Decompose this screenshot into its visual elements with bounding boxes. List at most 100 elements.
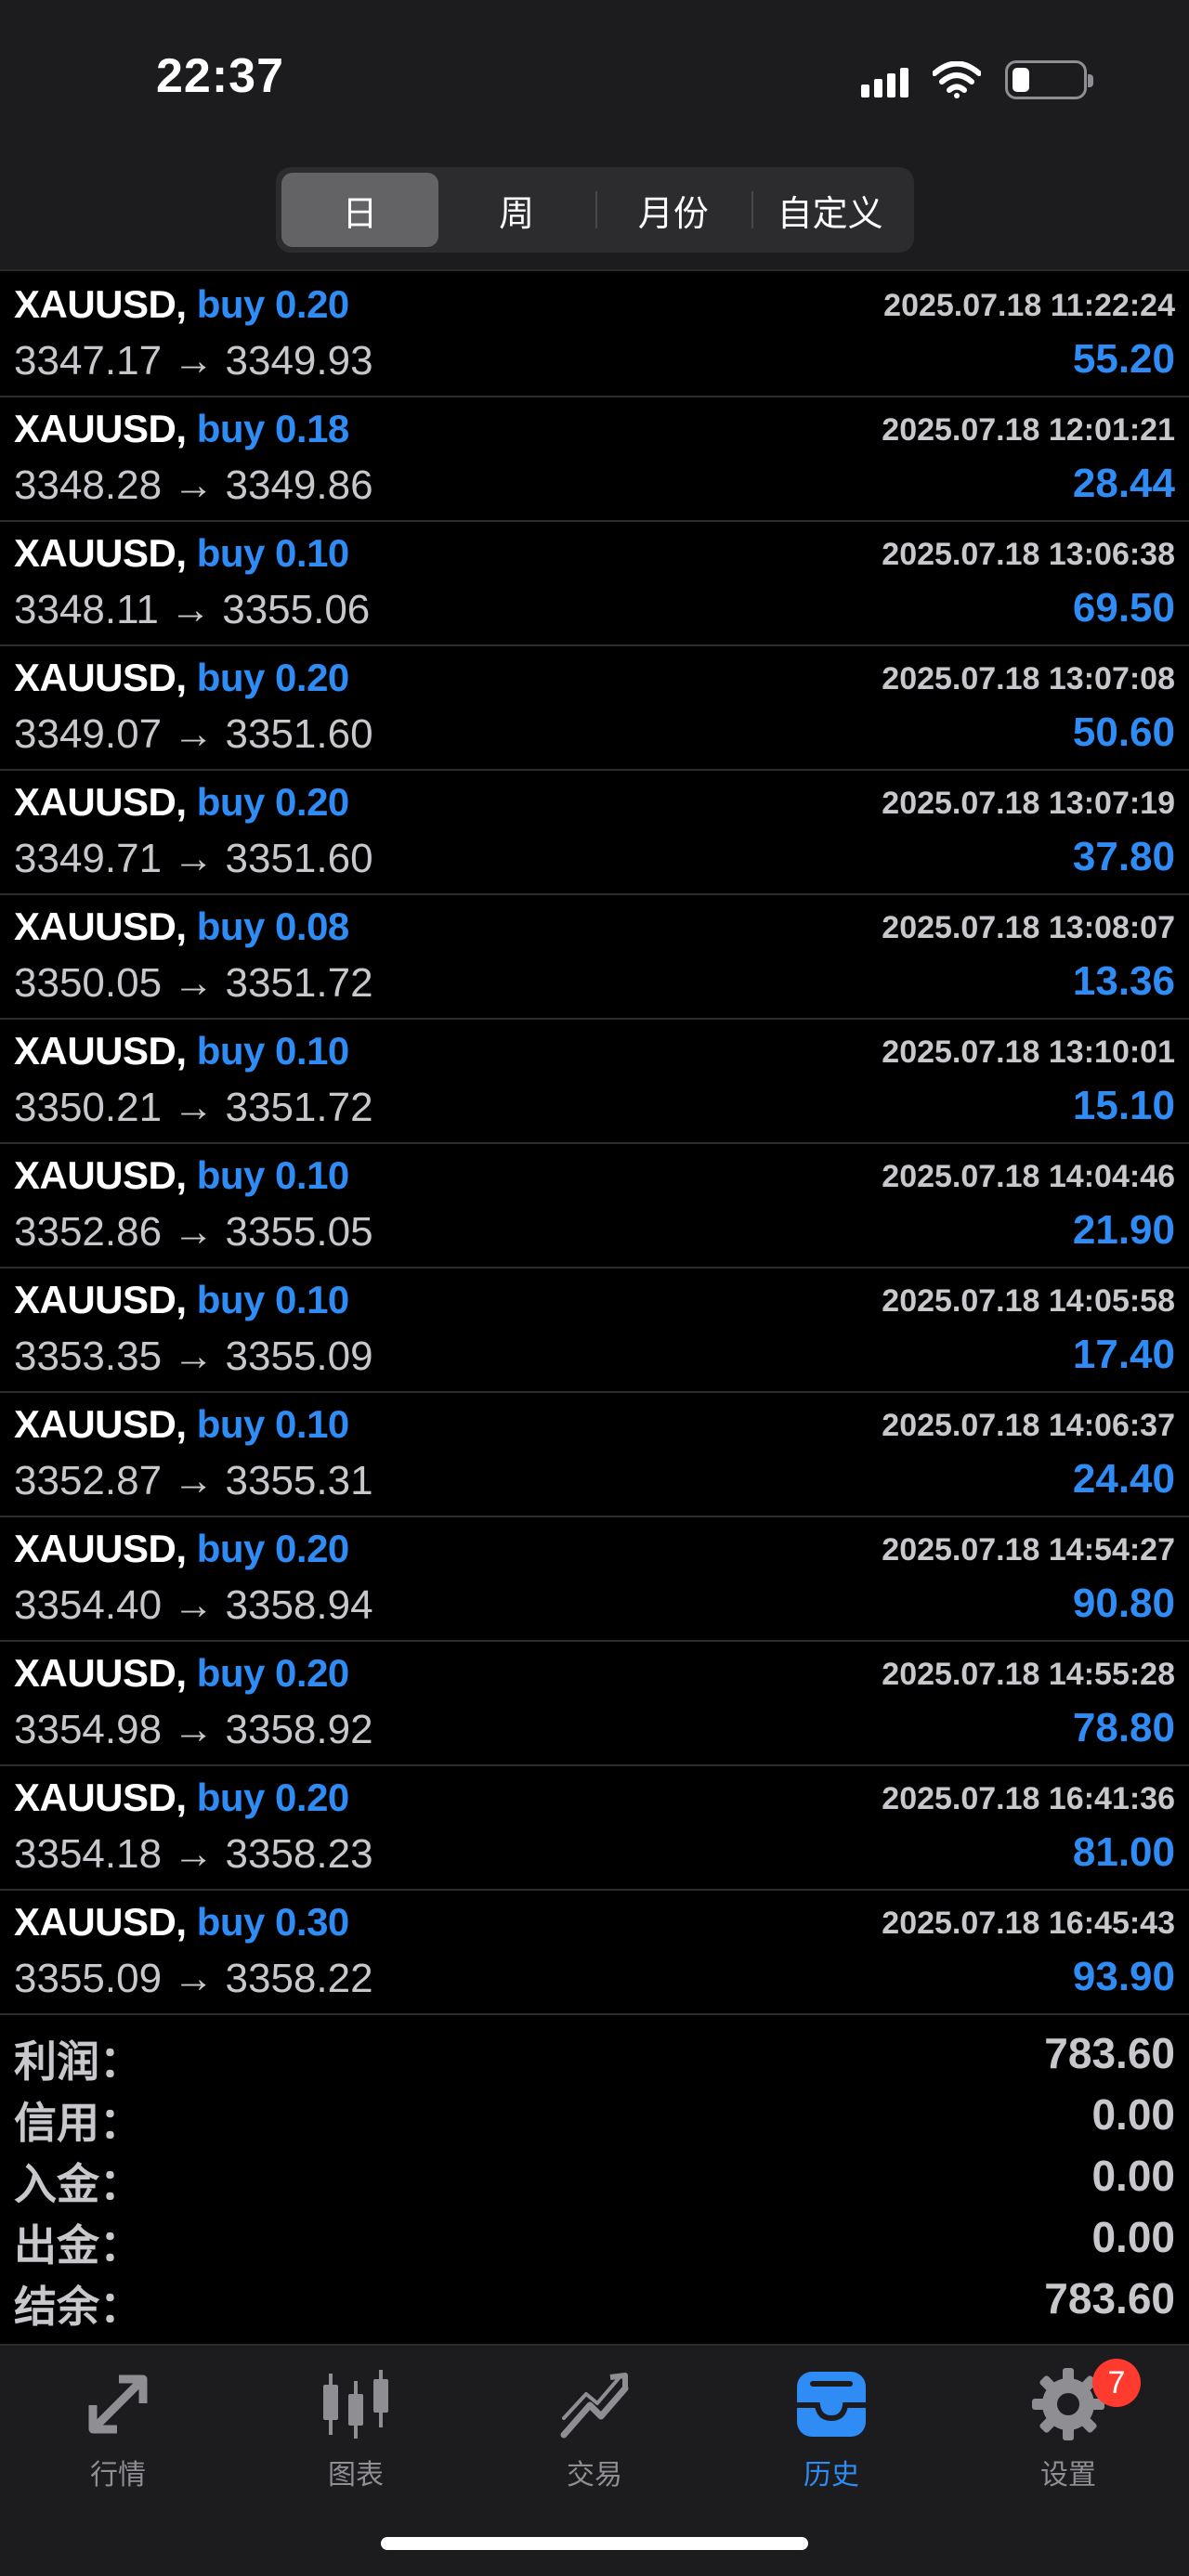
cellular-signal-icon bbox=[861, 62, 908, 98]
tab-chart[interactable]: 图表 bbox=[263, 2362, 449, 2502]
wifi-icon bbox=[933, 61, 981, 98]
deal-time: 2025.07.18 13:08:07 bbox=[882, 910, 1175, 945]
summary-label: 出金： bbox=[14, 2221, 142, 2270]
deal-side-volume: buy 0.30 bbox=[196, 1900, 350, 1944]
tab-history[interactable]: 历史 bbox=[738, 2362, 924, 2502]
deal-row[interactable]: XAUUSD, buy 0.20 2025.07.18 13:07:08 334… bbox=[0, 646, 1189, 771]
summary-deposit: 入金： 0.00 bbox=[0, 2145, 1189, 2208]
deal-time: 2025.07.18 13:10:01 bbox=[882, 1034, 1175, 1070]
deal-time: 2025.07.18 13:07:19 bbox=[882, 786, 1175, 821]
deal-symbol: XAUUSD, bbox=[14, 531, 187, 575]
deal-time: 2025.07.18 11:22:24 bbox=[883, 288, 1175, 323]
deal-profit: 69.50 bbox=[1072, 585, 1175, 631]
deal-prices: 3355.09 → 3358.22 bbox=[14, 1956, 373, 2001]
tab-label: 历史 bbox=[804, 2460, 859, 2491]
deal-prices: 3354.18 → 3358.23 bbox=[14, 1831, 373, 1877]
summary-value: 0.00 bbox=[1091, 2213, 1175, 2261]
deal-profit: 50.60 bbox=[1072, 709, 1175, 755]
deal-symbol: XAUUSD, bbox=[14, 1153, 187, 1197]
deal-profit: 78.80 bbox=[1072, 1705, 1175, 1750]
deal-symbol: XAUUSD, bbox=[14, 407, 187, 450]
deal-prices: 3349.07 → 3351.60 bbox=[14, 711, 373, 757]
period-segmented-control: 日 周 月份 自定义 bbox=[276, 167, 914, 253]
deal-symbol: XAUUSD, bbox=[14, 1776, 187, 1819]
deal-profit: 81.00 bbox=[1072, 1829, 1175, 1875]
tab-label: 行情 bbox=[90, 2460, 146, 2491]
deal-profit: 21.90 bbox=[1072, 1207, 1175, 1253]
period-tab-week[interactable]: 周 bbox=[438, 173, 595, 247]
candlestick-chart-icon bbox=[323, 2370, 388, 2439]
deal-side-volume: buy 0.20 bbox=[196, 282, 350, 326]
deal-time: 2025.07.18 16:41:36 bbox=[882, 1781, 1175, 1816]
deal-time: 2025.07.18 14:55:28 bbox=[882, 1657, 1175, 1692]
deal-symbol: XAUUSD, bbox=[14, 1527, 187, 1570]
deal-prices: 3353.35 → 3355.09 bbox=[14, 1334, 373, 1379]
deal-side-volume: buy 0.20 bbox=[196, 780, 350, 824]
deal-side-volume: buy 0.10 bbox=[196, 1029, 350, 1073]
summary-credit: 信用： 0.00 bbox=[0, 2084, 1189, 2147]
deal-row[interactable]: XAUUSD, buy 0.20 2025.07.18 16:41:36 335… bbox=[0, 1766, 1189, 1891]
deal-symbol: XAUUSD, bbox=[14, 656, 187, 699]
tab-settings[interactable]: 设置 7 bbox=[975, 2359, 1161, 2502]
summary-value: 0.00 bbox=[1091, 2152, 1175, 2200]
deal-symbol: XAUUSD, bbox=[14, 1029, 187, 1073]
deal-symbol: XAUUSD, bbox=[14, 1651, 187, 1695]
deal-side-volume: buy 0.18 bbox=[196, 407, 350, 450]
tab-trade[interactable]: 交易 bbox=[502, 2362, 687, 2502]
deal-symbol: XAUUSD, bbox=[14, 780, 187, 824]
deal-row[interactable]: XAUUSD, buy 0.20 2025.07.18 14:54:27 335… bbox=[0, 1517, 1189, 1642]
deal-row[interactable]: XAUUSD, buy 0.10 2025.07.18 13:06:38 334… bbox=[0, 522, 1189, 646]
deal-side-volume: buy 0.20 bbox=[196, 656, 350, 699]
status-time: 22:37 bbox=[156, 49, 284, 103]
summary-label: 结余： bbox=[14, 2283, 142, 2331]
deal-symbol: XAUUSD, bbox=[14, 904, 187, 948]
summary-value: 783.60 bbox=[1044, 2029, 1175, 2077]
tab-label: 设置 bbox=[1040, 2460, 1096, 2491]
deal-row[interactable]: XAUUSD, buy 0.10 2025.07.18 13:10:01 335… bbox=[0, 1020, 1189, 1144]
summary-withdrawal: 出金： 0.00 bbox=[0, 2206, 1189, 2270]
deal-row[interactable]: XAUUSD, buy 0.08 2025.07.18 13:08:07 335… bbox=[0, 895, 1189, 1020]
deal-time: 2025.07.18 13:06:38 bbox=[882, 537, 1175, 572]
deal-side-volume: buy 0.20 bbox=[196, 1527, 350, 1570]
deal-row[interactable]: XAUUSD, buy 0.30 2025.07.18 16:45:43 335… bbox=[0, 1891, 1189, 2015]
deal-symbol: XAUUSD, bbox=[14, 282, 187, 326]
deal-profit: 90.80 bbox=[1072, 1581, 1175, 1626]
deal-prices: 3348.11 → 3355.06 bbox=[14, 587, 371, 632]
top-bar: 22:37 日 周 月份 自定义 bbox=[0, 0, 1189, 271]
deal-row[interactable]: XAUUSD, buy 0.20 2025.07.18 14:55:28 335… bbox=[0, 1642, 1189, 1766]
account-summary: 利润： 783.60 信用： 0.00 入金： 0.00 出金： 0.00 结余… bbox=[0, 2023, 1189, 2331]
deal-profit: 15.10 bbox=[1072, 1083, 1175, 1128]
tab-label: 交易 bbox=[567, 2460, 622, 2491]
quotes-arrows-icon bbox=[88, 2374, 148, 2434]
period-tab-month[interactable]: 月份 bbox=[594, 173, 752, 247]
history-deal-list: XAUUSD, buy 0.20 2025.07.18 11:22:24 334… bbox=[0, 273, 1189, 2015]
deal-row[interactable]: XAUUSD, buy 0.10 2025.07.18 14:05:58 335… bbox=[0, 1268, 1189, 1393]
deal-symbol: XAUUSD, bbox=[14, 1278, 187, 1321]
deal-side-volume: buy 0.10 bbox=[196, 531, 350, 575]
deal-prices: 3354.40 → 3358.94 bbox=[14, 1582, 373, 1628]
deal-profit: 17.40 bbox=[1072, 1332, 1175, 1377]
tab-label: 图表 bbox=[328, 2460, 384, 2491]
deal-prices: 3350.21 → 3351.72 bbox=[14, 1085, 373, 1130]
period-tab-day[interactable]: 日 bbox=[281, 173, 438, 247]
deal-prices: 3348.28 → 3349.86 bbox=[14, 462, 373, 508]
deal-symbol: XAUUSD, bbox=[14, 1900, 187, 1944]
deal-row[interactable]: XAUUSD, buy 0.20 2025.07.18 11:22:24 334… bbox=[0, 273, 1189, 397]
summary-balance: 结余： 783.60 bbox=[0, 2268, 1189, 2331]
period-tab-custom[interactable]: 自定义 bbox=[751, 173, 908, 247]
deal-side-volume: buy 0.20 bbox=[196, 1776, 350, 1819]
deal-profit: 55.20 bbox=[1072, 336, 1175, 382]
deal-row[interactable]: XAUUSD, buy 0.10 2025.07.18 14:06:37 335… bbox=[0, 1393, 1189, 1517]
deal-row[interactable]: XAUUSD, buy 0.10 2025.07.18 14:04:46 335… bbox=[0, 1144, 1189, 1268]
deal-profit: 13.36 bbox=[1072, 958, 1175, 1004]
home-indicator[interactable] bbox=[381, 2537, 808, 2550]
deal-row[interactable]: XAUUSD, buy 0.20 2025.07.18 13:07:19 334… bbox=[0, 771, 1189, 895]
deal-prices: 3352.86 → 3355.05 bbox=[14, 1209, 373, 1255]
deal-side-volume: buy 0.10 bbox=[196, 1153, 350, 1197]
tab-quotes[interactable]: 行情 bbox=[25, 2362, 211, 2502]
deal-time: 2025.07.18 14:06:37 bbox=[882, 1408, 1175, 1443]
deal-row[interactable]: XAUUSD, buy 0.18 2025.07.18 12:01:21 334… bbox=[0, 397, 1189, 522]
deal-side-volume: buy 0.08 bbox=[196, 904, 350, 948]
status-icons bbox=[861, 58, 1093, 102]
deal-prices: 3354.98 → 3358.92 bbox=[14, 1707, 373, 1752]
